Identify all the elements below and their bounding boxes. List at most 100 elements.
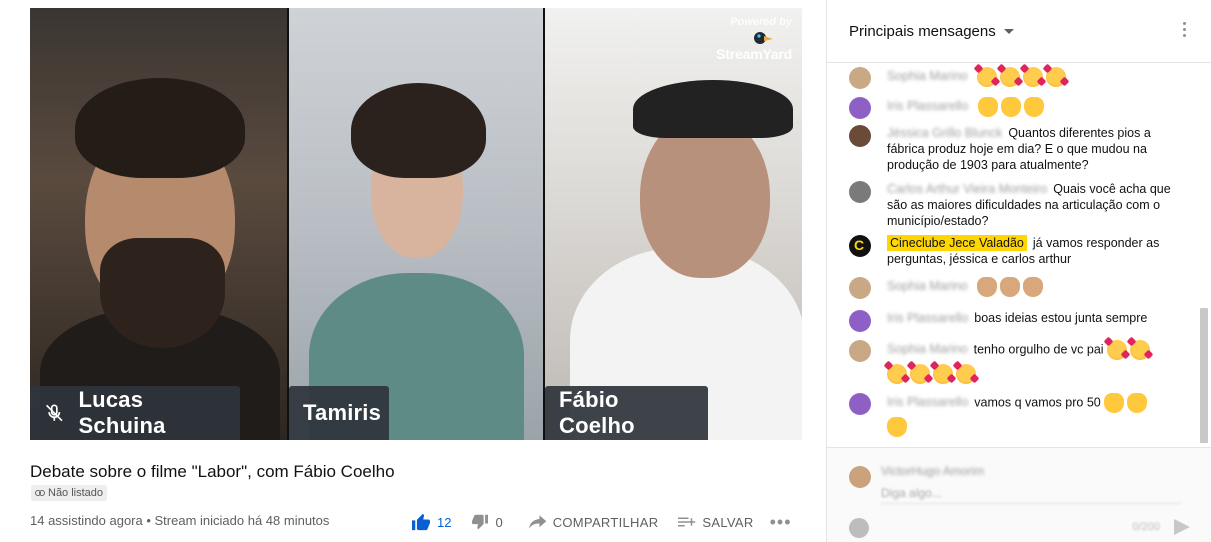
- like-count: 12: [437, 514, 452, 530]
- wave-emoji-icon: [1023, 277, 1044, 297]
- thumbs-up-icon: [412, 513, 430, 531]
- message-content: Carlos Arthur Vieira Monteiro Quais você …: [887, 181, 1179, 229]
- avatar: [849, 340, 871, 362]
- participant-name: Lucas Schuina: [78, 387, 166, 438]
- share-label: COMPARTILHAR: [552, 514, 659, 530]
- heart-eyes-emoji-icon: [977, 67, 998, 87]
- chat-message: Iris Plassarello: [849, 97, 1179, 119]
- chat-message: Sophia Marino: [849, 277, 1179, 299]
- message-author: Iris Plassarello: [887, 99, 969, 114]
- heart-eyes-emoji-icon: [933, 364, 953, 384]
- chat-message: Carlos Arthur Vieira Monteiro Quais você …: [849, 181, 1179, 229]
- heart-eyes-emoji-icon: [1046, 67, 1067, 87]
- participant-name: Fábio Coelho: [559, 387, 635, 438]
- chat-messages[interactable]: Sophia Marino Iris Plassarello Jéssica G…: [827, 62, 1211, 447]
- wave-emoji-icon: [1127, 393, 1148, 413]
- message-text: vamos q vamos pro 50: [974, 395, 1101, 410]
- save-button[interactable]: SALVAR: [678, 515, 753, 530]
- visibility-badge: Não listado: [31, 485, 108, 501]
- share-icon: [528, 515, 546, 529]
- wave-emoji-icon: [977, 277, 998, 297]
- avatar: [849, 125, 871, 147]
- char-counter: 0/200: [1132, 521, 1160, 533]
- message-text: tenho orgulho de vc pai: [973, 342, 1104, 357]
- participant-tile-tamiris: Tamiris: [289, 8, 543, 440]
- chat-message: Jéssica Grillo Blunck Quantos diferentes …: [849, 125, 1179, 173]
- avatar: [849, 181, 871, 203]
- heart-eyes-emoji-icon: [956, 364, 976, 384]
- more-icon[interactable]: •••: [770, 512, 792, 533]
- owner-author-badge: Cineclube Jece Valadão: [887, 235, 1027, 251]
- share-button[interactable]: COMPARTILHAR: [528, 514, 659, 530]
- avatar: [849, 310, 871, 332]
- like-button[interactable]: 12: [411, 513, 451, 531]
- chat-message: Sophia Marino tenho orgulho de vc pai: [849, 340, 1179, 384]
- streamyard-logo: Powered by StreamYard: [712, 16, 792, 62]
- streamyard-name: StreamYard: [716, 46, 792, 62]
- name-tag: Lucas Schuina: [30, 386, 240, 440]
- link-icon: [35, 490, 45, 496]
- live-chat: Principais mensagens Sophia Marino Iris …: [826, 0, 1211, 542]
- chat-message: Iris Plassarello vamos q vamos pro 50: [849, 393, 1179, 437]
- message-author: Sophia Marino: [887, 342, 968, 357]
- chat-message-input[interactable]: Diga algo...: [881, 486, 1181, 504]
- save-playlist-icon: [678, 517, 696, 527]
- message-content: Cineclube Jece Valadão já vamos responder…: [887, 235, 1179, 267]
- wave-emoji-icon: [1104, 393, 1125, 413]
- message-content: Sophia Marino tenho orgulho de vc pai: [887, 340, 1179, 384]
- chat-scrollbar[interactable]: [1200, 308, 1208, 443]
- avatar: [849, 67, 871, 89]
- wave-emoji-icon: [1000, 97, 1021, 117]
- wave-emoji-icon: [1000, 277, 1021, 297]
- channel-avatar: C: [849, 235, 871, 257]
- caret-down-icon[interactable]: [1003, 28, 1014, 34]
- message-content: Jéssica Grillo Blunck Quantos diferentes …: [887, 125, 1179, 173]
- participant-tile-fabio: Fábio Coelho Powered by StreamYard: [545, 8, 802, 440]
- visibility-label: Não listado: [48, 487, 104, 499]
- message-author: Iris Plassarello: [887, 395, 969, 410]
- message-text: boas ideias estou junta sempre: [974, 311, 1148, 325]
- video-title: Debate sobre o filme "Labor", com Fábio …: [30, 462, 395, 481]
- heart-eyes-emoji-icon: [1000, 67, 1021, 87]
- heart-eyes-emoji-icon: [1023, 67, 1044, 87]
- message-author: Jéssica Grillo Blunck: [887, 126, 1003, 140]
- message-author: Iris Plassarello: [887, 311, 969, 325]
- chat-message-owner: C Cineclube Jece Valadão já vamos respond…: [849, 235, 1179, 267]
- chat-header: Principais mensagens: [827, 0, 1211, 62]
- send-icon[interactable]: [1174, 519, 1190, 535]
- message-author: Carlos Arthur Vieira Monteiro: [887, 182, 1048, 196]
- heart-eyes-emoji-icon: [887, 364, 907, 384]
- message-content: Iris Plassarello vamos q vamos pro 50: [887, 393, 1179, 437]
- streamyard-bird-icon: [754, 32, 773, 44]
- message-content: Iris Plassarello boas ideias estou junta …: [887, 310, 1179, 332]
- powered-by-label: Powered by: [730, 16, 792, 28]
- dislike-button[interactable]: 0: [471, 514, 503, 530]
- heart-eyes-emoji-icon: [1130, 340, 1151, 360]
- chat-message: Iris Plassarello boas ideias estou junta …: [849, 310, 1179, 332]
- save-label: SALVAR: [702, 514, 754, 530]
- wave-emoji-icon: [887, 417, 907, 437]
- wave-emoji-icon: [1023, 97, 1044, 117]
- participant-hat: [633, 80, 793, 138]
- kebab-icon[interactable]: [1183, 22, 1187, 40]
- avatar: [849, 277, 871, 299]
- message-content: Sophia Marino: [887, 277, 1179, 299]
- avatar: [849, 466, 871, 488]
- emoji-picker-icon[interactable]: [849, 518, 869, 538]
- heart-eyes-emoji-icon: [1107, 340, 1128, 360]
- chat-mode-selector[interactable]: Principais mensagens: [849, 23, 996, 40]
- chat-input-panel: VictorHugo Amorim Diga algo... 0/200: [827, 447, 1211, 542]
- wave-emoji-icon: [977, 97, 998, 117]
- video-actions: 12 0 COMPARTILHAR SALVAR •••: [411, 510, 792, 534]
- message-content: Iris Plassarello: [887, 97, 1179, 119]
- message-author: Sophia Marino: [887, 69, 968, 84]
- message-content: Sophia Marino: [887, 67, 1179, 89]
- participant-tile-lucas: Lucas Schuina: [30, 8, 287, 440]
- participant-name: Tamiris: [303, 400, 382, 425]
- name-tag: Tamiris: [289, 386, 389, 440]
- dislike-count: 0: [495, 514, 503, 530]
- avatar: [849, 393, 871, 415]
- video-player[interactable]: Lucas Schuina Tamiris Fábio Coelho Power…: [30, 8, 802, 440]
- participant-hair: [75, 78, 245, 178]
- message-author: Sophia Marino: [887, 279, 968, 294]
